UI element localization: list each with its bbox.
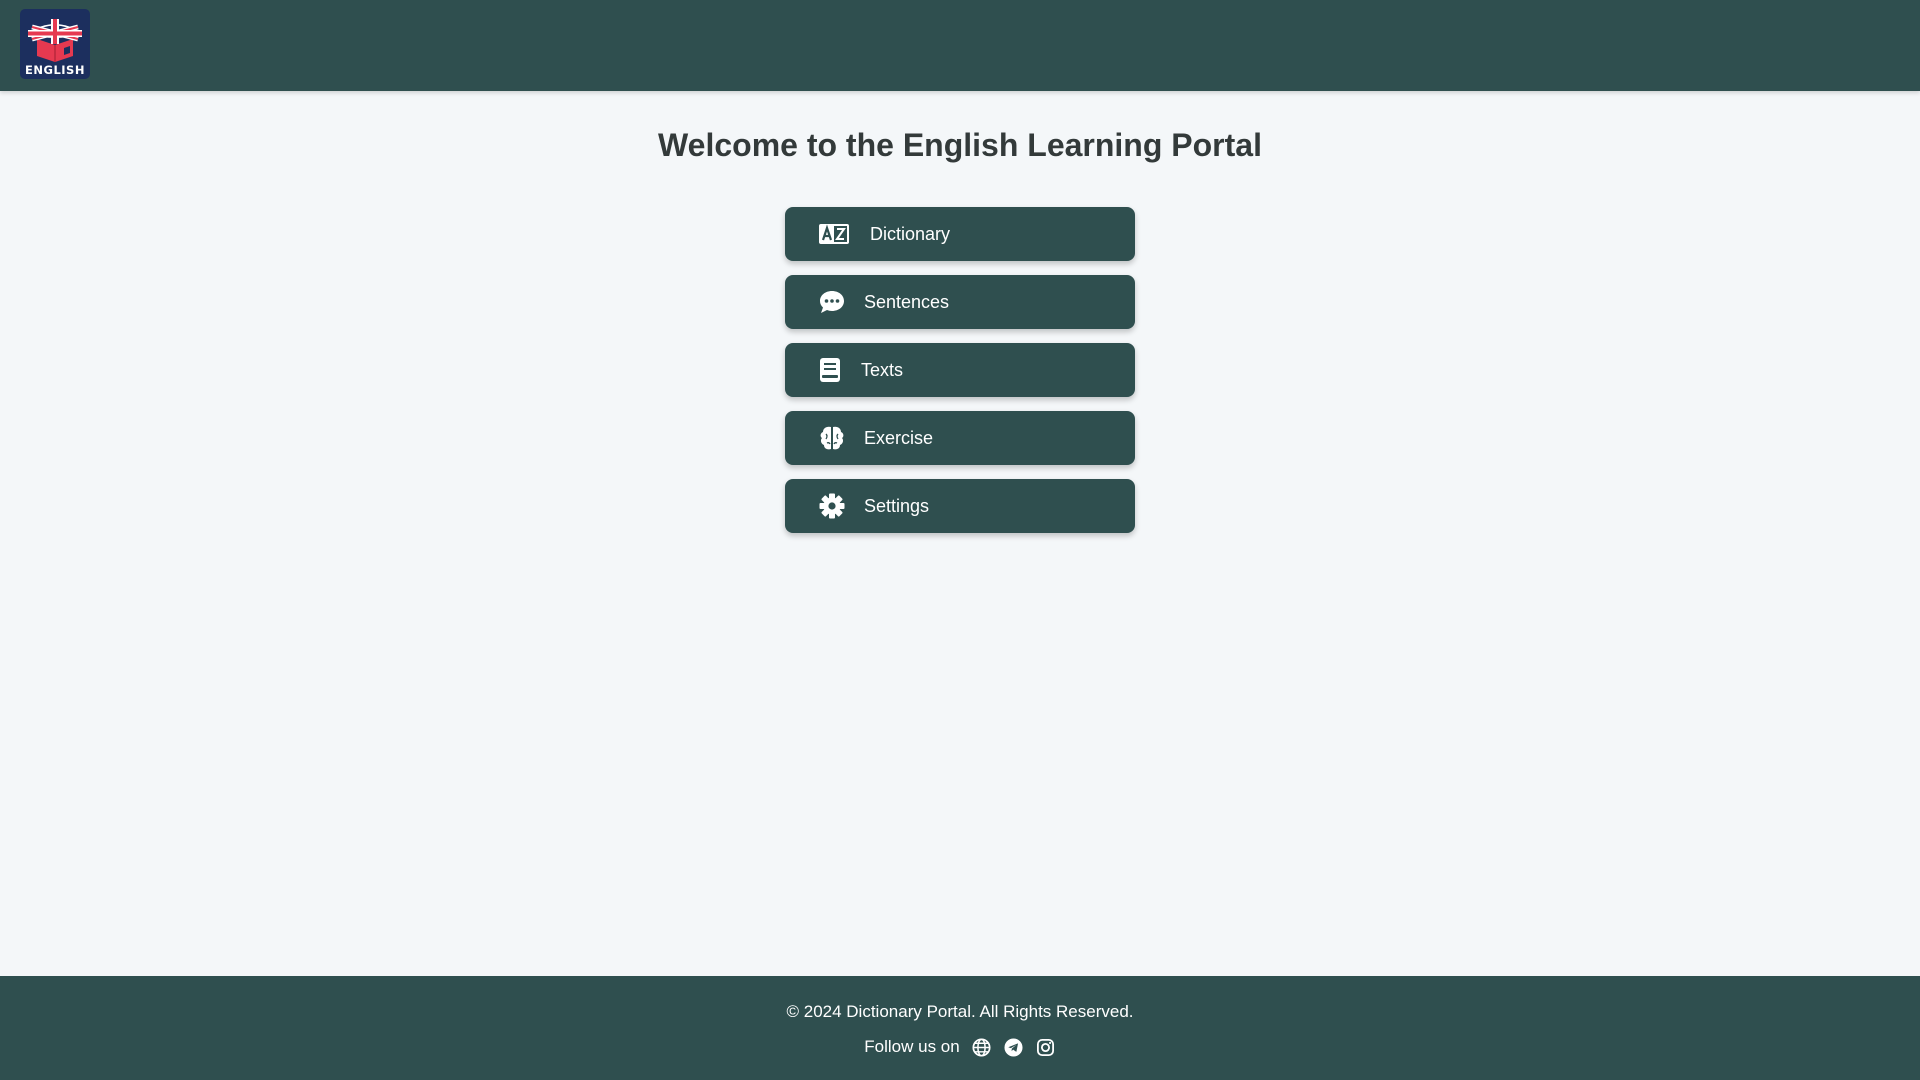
- language-az-icon: [819, 221, 849, 247]
- menu-label-sentences: Sentences: [864, 291, 950, 312]
- main-menu: Dictionary Sentences Texts Exercise Sett…: [785, 207, 1135, 547]
- telegram-icon[interactable]: [1004, 1037, 1024, 1057]
- english-logo[interactable]: ENGLISH: [20, 9, 90, 79]
- menu-label-dictionary: Dictionary: [870, 223, 951, 244]
- exercise-button[interactable]: Exercise: [785, 411, 1135, 465]
- globe-icon[interactable]: [972, 1037, 992, 1057]
- settings-button[interactable]: Settings: [785, 479, 1135, 533]
- brain-icon: [819, 425, 849, 451]
- copyright-text: © 2024 Dictionary Portal. All Rights Res…: [786, 1002, 1134, 1021]
- follow-us: Follow us on: [0, 1037, 1920, 1057]
- book-icon: [819, 357, 849, 383]
- top-header: ENGLISH: [0, 0, 1920, 91]
- gear-icon: [819, 493, 849, 519]
- menu-label-texts: Texts: [861, 359, 904, 380]
- sentences-button[interactable]: Sentences: [785, 275, 1135, 329]
- menu-label-exercise: Exercise: [864, 427, 934, 448]
- page-title: Welcome to the English Learning Portal: [658, 127, 1262, 163]
- logo-text: ENGLISH: [25, 63, 85, 77]
- page-footer: © 2024 Dictionary Portal. All Rights Res…: [0, 976, 1920, 1080]
- instagram-icon[interactable]: [1036, 1037, 1056, 1057]
- follow-label: Follow us on: [864, 1037, 960, 1056]
- menu-label-settings: Settings: [864, 495, 930, 516]
- texts-button[interactable]: Texts: [785, 343, 1135, 397]
- chat-bubble-icon: [819, 289, 849, 315]
- dictionary-button[interactable]: Dictionary: [785, 207, 1135, 261]
